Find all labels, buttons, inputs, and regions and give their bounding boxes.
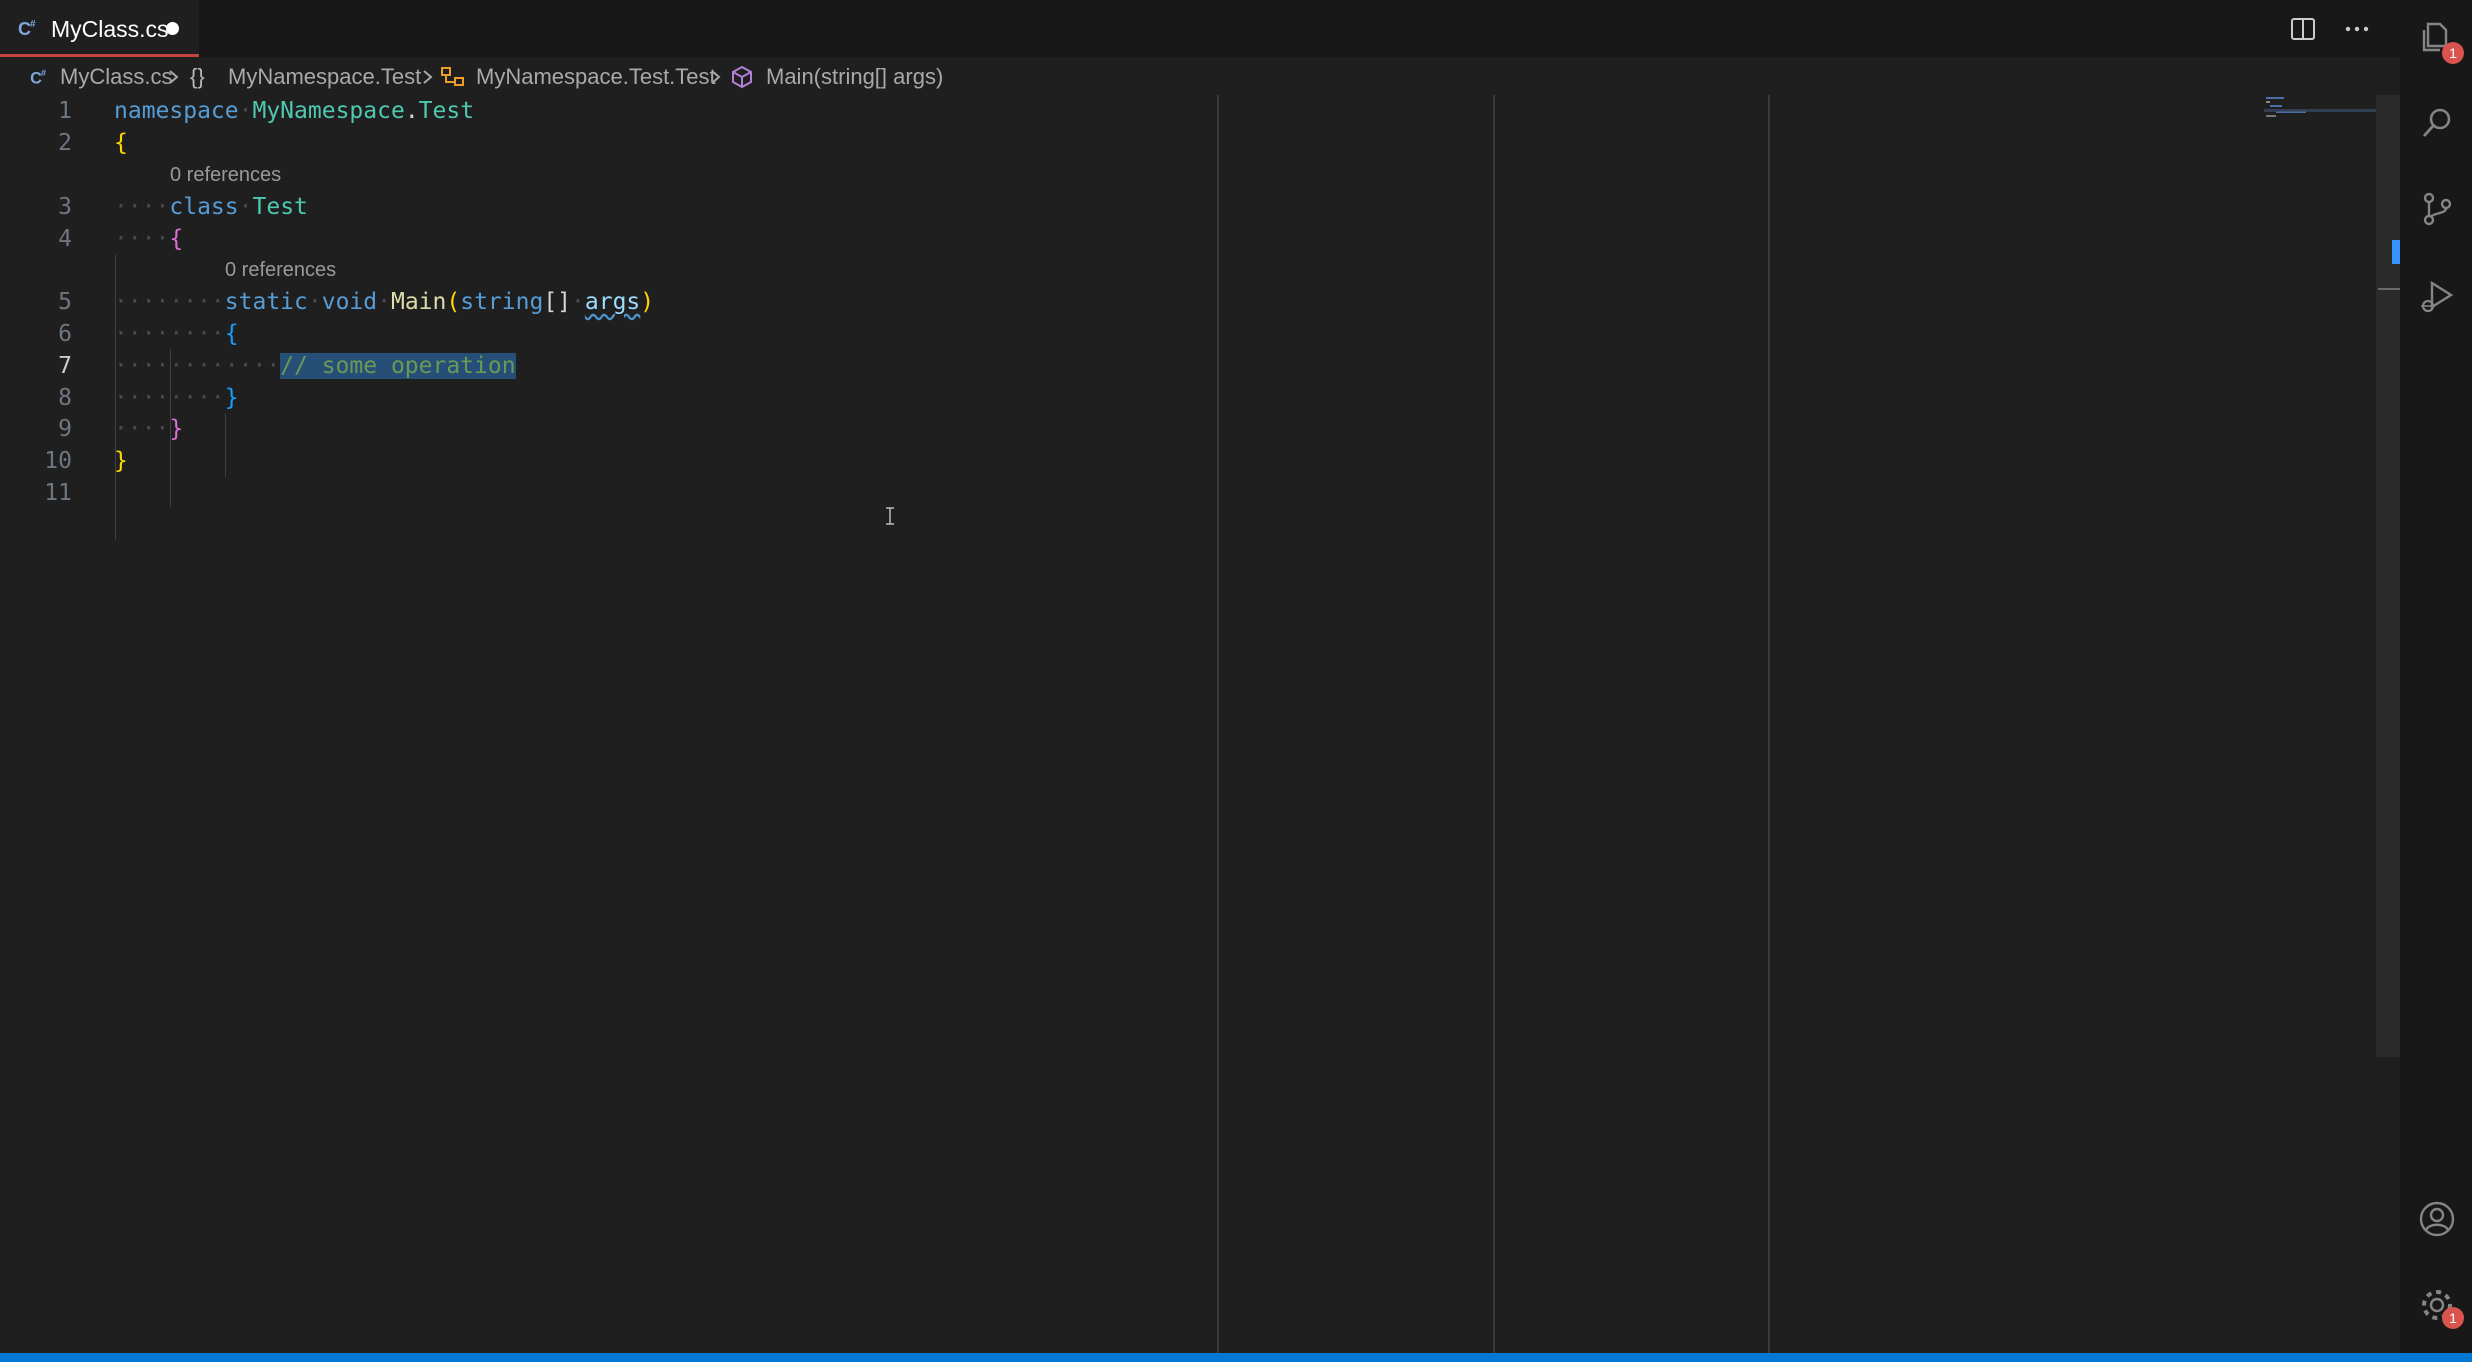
token-brace: { — [169, 226, 184, 252]
run-debug-icon[interactable] — [2418, 278, 2456, 316]
line-number: 10 — [44, 448, 72, 474]
method-cube-icon — [732, 65, 752, 89]
activity-bar: 1 1 — [2400, 0, 2472, 1353]
breadcrumb-file[interactable]: MyClass.cs — [60, 64, 172, 90]
text-cursor-icon — [886, 507, 894, 525]
editor-ruler — [1493, 95, 1495, 1353]
minimap[interactable] — [2264, 95, 2376, 125]
token-function: Main — [390, 289, 447, 315]
csharp-file-icon: C # — [30, 68, 46, 87]
explorer-badge: 1 — [2442, 42, 2464, 64]
code-line: ····class·Test — [114, 194, 308, 220]
token-parameter: args — [584, 289, 641, 315]
source-control-icon[interactable] — [2418, 190, 2456, 228]
token-class-name: Test — [252, 194, 308, 220]
breadcrumb-method[interactable]: Main(string[] args) — [766, 64, 943, 90]
editor-ruler — [1217, 95, 1219, 1353]
more-actions-icon[interactable] — [2340, 12, 2374, 46]
token-keyword: string — [460, 289, 544, 315]
class-symbol-icon — [441, 67, 464, 86]
line-number: 11 — [44, 480, 72, 506]
codelens-references[interactable]: 0 references — [225, 255, 336, 285]
code-line: } — [114, 445, 128, 477]
line-number: 6 — [58, 321, 72, 347]
line-number: 1 — [58, 98, 72, 124]
tab-bar: C # MyClass.cs — [0, 0, 2400, 57]
accounts-icon[interactable] — [2418, 1200, 2456, 1238]
namespace-braces-icon: {} — [190, 64, 205, 89]
chevron-right-icon — [423, 70, 433, 84]
scrollbar-selection-marker — [2392, 240, 2400, 264]
code-line: ········{ — [114, 321, 239, 347]
breadcrumb-class[interactable]: MyNamespace.Test.Test — [476, 64, 716, 90]
search-icon[interactable] — [2418, 104, 2456, 142]
token-brace: { — [224, 321, 239, 347]
code-line: ····} — [114, 416, 184, 442]
code-line: namespace·MyNamespace.Test — [114, 98, 475, 124]
unsaved-dot-icon[interactable] — [166, 22, 179, 35]
code-line: ········} — [114, 385, 239, 411]
svg-text:#: # — [30, 19, 36, 30]
codelens-references[interactable]: 0 references — [170, 160, 281, 190]
split-editor-icon[interactable] — [2286, 12, 2320, 46]
svg-text:#: # — [41, 68, 46, 78]
token-keyword: namespace — [114, 98, 239, 124]
tab-title: MyClass.cs — [51, 16, 169, 42]
editor-ruler — [1768, 95, 1770, 1353]
token-paren: ) — [640, 289, 655, 315]
line-number: 4 — [58, 226, 72, 252]
token-keyword: class — [169, 194, 239, 220]
token-namespace: Test — [418, 98, 475, 124]
line-number-active: 7 — [58, 353, 72, 379]
token-comment-selected: // some operation — [280, 353, 516, 379]
code-line: ····{ — [114, 226, 184, 252]
line-number: 2 — [58, 130, 72, 156]
line-number: 5 — [58, 289, 72, 315]
line-number: 3 — [58, 194, 72, 220]
token-brace: } — [169, 416, 184, 442]
line-number: 8 — [58, 385, 72, 411]
breadcrumb-namespace[interactable]: MyNamespace.Test — [228, 64, 421, 90]
status-bar[interactable] — [0, 1353, 2472, 1362]
token-brace: } — [114, 448, 128, 474]
code-editor[interactable]: 1 2 3 4 5 6 7 8 9 10 11 0 references 0 r… — [0, 95, 2376, 1353]
token-brackets: [] — [543, 289, 572, 315]
token-dot: . — [404, 98, 419, 124]
token-keyword: void — [321, 289, 378, 315]
code-line-active: ············// some operation — [114, 353, 516, 379]
token-keyword: static — [224, 289, 308, 315]
chevron-right-icon — [711, 70, 721, 84]
code-line: { — [114, 127, 128, 159]
line-number: 9 — [58, 416, 72, 442]
token-paren: ( — [446, 289, 461, 315]
chevron-right-icon — [169, 70, 179, 84]
csharp-file-icon: C # — [18, 19, 36, 39]
breadcrumb: C # MyClass.cs {} MyNamespace.Test MyNam… — [0, 57, 2380, 95]
token-brace: } — [224, 385, 239, 411]
editor-tab-myclass[interactable]: C # MyClass.cs — [0, 0, 199, 57]
code-line: ········static·void·Main(string[]·args) — [114, 289, 655, 315]
indent-guide — [225, 413, 226, 477]
scrollbar-cursor-marker — [2378, 288, 2400, 290]
token-namespace: MyNamespace — [252, 98, 405, 124]
token-brace: { — [114, 130, 128, 156]
manage-badge: 1 — [2442, 1307, 2464, 1329]
